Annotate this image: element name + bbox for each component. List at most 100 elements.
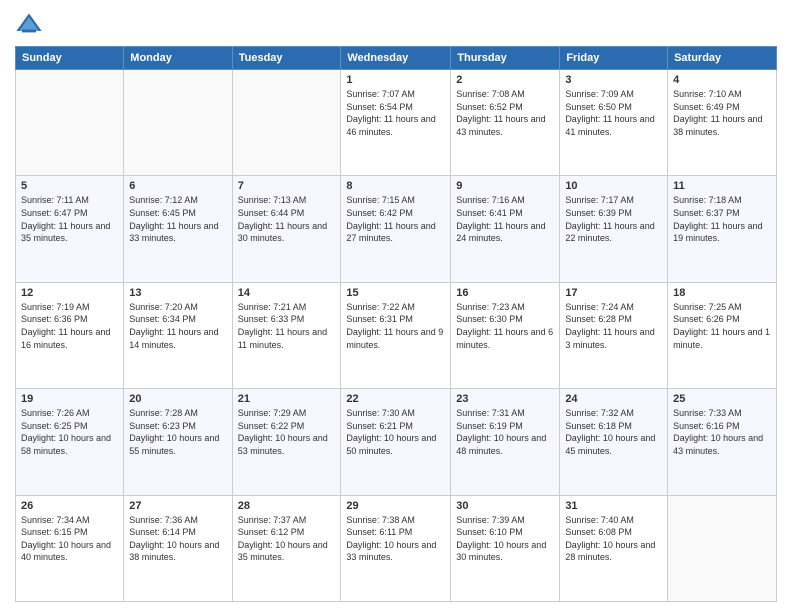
day-info: Sunrise: 7:23 AM Sunset: 6:30 PM Dayligh… — [456, 301, 554, 351]
day-info: Sunrise: 7:37 AM Sunset: 6:12 PM Dayligh… — [238, 514, 336, 564]
page: SundayMondayTuesdayWednesdayThursdayFrid… — [0, 0, 792, 612]
day-number: 20 — [129, 393, 226, 405]
calendar-cell: 2 Sunrise: 7:08 AM Sunset: 6:52 PM Daylig… — [451, 70, 560, 176]
day-header-thursday: Thursday — [451, 47, 560, 70]
day-info: Sunrise: 7:29 AM Sunset: 6:22 PM Dayligh… — [238, 407, 336, 457]
day-info: Sunrise: 7:28 AM Sunset: 6:23 PM Dayligh… — [129, 407, 226, 457]
day-number: 17 — [565, 287, 662, 299]
day-number: 6 — [129, 180, 226, 192]
day-number: 2 — [456, 74, 554, 86]
calendar-cell — [16, 70, 124, 176]
day-info: Sunrise: 7:10 AM Sunset: 6:49 PM Dayligh… — [673, 88, 771, 138]
day-info: Sunrise: 7:22 AM Sunset: 6:31 PM Dayligh… — [346, 301, 445, 351]
calendar-cell: 28Sunrise: 7:37 AM Sunset: 6:12 PM Dayli… — [232, 495, 341, 601]
day-header-friday: Friday — [560, 47, 668, 70]
day-header-row: SundayMondayTuesdayWednesdayThursdayFrid… — [16, 47, 777, 70]
calendar-cell: 27 Sunrise: 7:36 AM Sunset: 6:14 PM Dayli… — [124, 495, 232, 601]
day-info: Sunrise: 7:38 AM Sunset: 6:11 PM Dayligh… — [346, 514, 445, 564]
day-info: Sunrise: 7:21 AM Sunset: 6:33 PM Dayligh… — [238, 301, 336, 351]
day-number: 11 — [673, 180, 771, 192]
header — [15, 10, 777, 38]
calendar-cell: 9Sunrise: 7:16 AM Sunset: 6:41 PM Daylig… — [451, 176, 560, 282]
calendar: SundayMondayTuesdayWednesdayThursdayFrid… — [15, 46, 777, 602]
day-number: 3 — [565, 74, 662, 86]
day-info: Sunrise: 7:13 AM Sunset: 6:44 PM Dayligh… — [238, 194, 336, 244]
day-info: Sunrise: 7:08 AM Sunset: 6:52 PM Dayligh… — [456, 88, 554, 138]
day-info: Sunrise: 7:18 AM Sunset: 6:37 PM Dayligh… — [673, 194, 771, 244]
calendar-cell: 16Sunrise: 7:23 AM Sunset: 6:30 PM Dayli… — [451, 282, 560, 388]
day-info: Sunrise: 7:19 AM Sunset: 6:36 PM Dayligh… — [21, 301, 118, 351]
calendar-cell: 1 Sunrise: 7:07 AM Sunset: 6:54 PM Daylig… — [341, 70, 451, 176]
day-info: Sunrise: 7:32 AM Sunset: 6:18 PM Dayligh… — [565, 407, 662, 457]
day-info: Sunrise: 7:39 AM Sunset: 6:10 PM Dayligh… — [456, 514, 554, 564]
week-row-2: 12 Sunrise: 7:19 AM Sunset: 6:36 PM Dayli… — [16, 282, 777, 388]
calendar-cell: 13Sunrise: 7:20 AM Sunset: 6:34 PM Dayli… — [124, 282, 232, 388]
calendar-cell — [232, 70, 341, 176]
day-number: 25 — [673, 393, 771, 405]
day-number: 21 — [238, 393, 336, 405]
calendar-cell: 11 Sunrise: 7:18 AM Sunset: 6:37 PM Dayli… — [668, 176, 777, 282]
day-number: 15 — [346, 287, 445, 299]
day-number: 12 — [21, 287, 118, 299]
calendar-cell: 19Sunrise: 7:26 AM Sunset: 6:25 PM Dayli… — [16, 389, 124, 495]
logo — [15, 10, 47, 38]
day-number: 23 — [456, 393, 554, 405]
day-number: 30 — [456, 500, 554, 512]
calendar-cell — [668, 495, 777, 601]
calendar-cell: 21 Sunrise: 7:29 AM Sunset: 6:22 PM Dayli… — [232, 389, 341, 495]
day-info: Sunrise: 7:15 AM Sunset: 6:42 PM Dayligh… — [346, 194, 445, 244]
logo-icon — [15, 10, 43, 38]
calendar-cell: 15 Sunrise: 7:22 AM Sunset: 6:31 PM Dayli… — [341, 282, 451, 388]
day-number: 29 — [346, 500, 445, 512]
calendar-cell: 30 Sunrise: 7:39 AM Sunset: 6:10 PM Dayli… — [451, 495, 560, 601]
day-header-tuesday: Tuesday — [232, 47, 341, 70]
day-number: 8 — [346, 180, 445, 192]
day-number: 10 — [565, 180, 662, 192]
day-info: Sunrise: 7:17 AM Sunset: 6:39 PM Dayligh… — [565, 194, 662, 244]
week-row-1: 5Sunrise: 7:11 AM Sunset: 6:47 PM Daylig… — [16, 176, 777, 282]
calendar-cell: 10 Sunrise: 7:17 AM Sunset: 6:39 PM Dayli… — [560, 176, 668, 282]
calendar-cell: 14 Sunrise: 7:21 AM Sunset: 6:33 PM Dayli… — [232, 282, 341, 388]
calendar-cell: 26Sunrise: 7:34 AM Sunset: 6:15 PM Dayli… — [16, 495, 124, 601]
day-header-monday: Monday — [124, 47, 232, 70]
day-info: Sunrise: 7:31 AM Sunset: 6:19 PM Dayligh… — [456, 407, 554, 457]
day-number: 4 — [673, 74, 771, 86]
day-header-saturday: Saturday — [668, 47, 777, 70]
calendar-cell: 12 Sunrise: 7:19 AM Sunset: 6:36 PM Dayli… — [16, 282, 124, 388]
calendar-cell: 29 Sunrise: 7:38 AM Sunset: 6:11 PM Dayli… — [341, 495, 451, 601]
calendar-cell: 22 Sunrise: 7:30 AM Sunset: 6:21 PM Dayli… — [341, 389, 451, 495]
day-info: Sunrise: 7:33 AM Sunset: 6:16 PM Dayligh… — [673, 407, 771, 457]
day-number: 27 — [129, 500, 226, 512]
calendar-cell: 4 Sunrise: 7:10 AM Sunset: 6:49 PM Daylig… — [668, 70, 777, 176]
day-header-wednesday: Wednesday — [341, 47, 451, 70]
week-row-4: 26Sunrise: 7:34 AM Sunset: 6:15 PM Dayli… — [16, 495, 777, 601]
day-number: 1 — [346, 74, 445, 86]
day-info: Sunrise: 7:30 AM Sunset: 6:21 PM Dayligh… — [346, 407, 445, 457]
day-number: 24 — [565, 393, 662, 405]
day-info: Sunrise: 7:09 AM Sunset: 6:50 PM Dayligh… — [565, 88, 662, 138]
day-info: Sunrise: 7:25 AM Sunset: 6:26 PM Dayligh… — [673, 301, 771, 351]
day-info: Sunrise: 7:36 AM Sunset: 6:14 PM Dayligh… — [129, 514, 226, 564]
day-number: 14 — [238, 287, 336, 299]
calendar-cell: 8 Sunrise: 7:15 AM Sunset: 6:42 PM Daylig… — [341, 176, 451, 282]
calendar-cell: 6 Sunrise: 7:12 AM Sunset: 6:45 PM Daylig… — [124, 176, 232, 282]
day-number: 18 — [673, 287, 771, 299]
week-row-3: 19Sunrise: 7:26 AM Sunset: 6:25 PM Dayli… — [16, 389, 777, 495]
day-number: 13 — [129, 287, 226, 299]
calendar-cell: 17 Sunrise: 7:24 AM Sunset: 6:28 PM Dayli… — [560, 282, 668, 388]
calendar-cell: 25 Sunrise: 7:33 AM Sunset: 6:16 PM Dayli… — [668, 389, 777, 495]
day-info: Sunrise: 7:40 AM Sunset: 6:08 PM Dayligh… — [565, 514, 662, 564]
day-info: Sunrise: 7:11 AM Sunset: 6:47 PM Dayligh… — [21, 194, 118, 244]
calendar-cell: 18 Sunrise: 7:25 AM Sunset: 6:26 PM Dayli… — [668, 282, 777, 388]
calendar-cell — [124, 70, 232, 176]
calendar-cell: 31Sunrise: 7:40 AM Sunset: 6:08 PM Dayli… — [560, 495, 668, 601]
calendar-cell: 5Sunrise: 7:11 AM Sunset: 6:47 PM Daylig… — [16, 176, 124, 282]
day-info: Sunrise: 7:24 AM Sunset: 6:28 PM Dayligh… — [565, 301, 662, 351]
calendar-cell: 7 Sunrise: 7:13 AM Sunset: 6:44 PM Daylig… — [232, 176, 341, 282]
day-number: 22 — [346, 393, 445, 405]
day-info: Sunrise: 7:07 AM Sunset: 6:54 PM Dayligh… — [346, 88, 445, 138]
calendar-cell: 20 Sunrise: 7:28 AM Sunset: 6:23 PM Dayli… — [124, 389, 232, 495]
day-info: Sunrise: 7:12 AM Sunset: 6:45 PM Dayligh… — [129, 194, 226, 244]
day-number: 7 — [238, 180, 336, 192]
day-number: 26 — [21, 500, 118, 512]
